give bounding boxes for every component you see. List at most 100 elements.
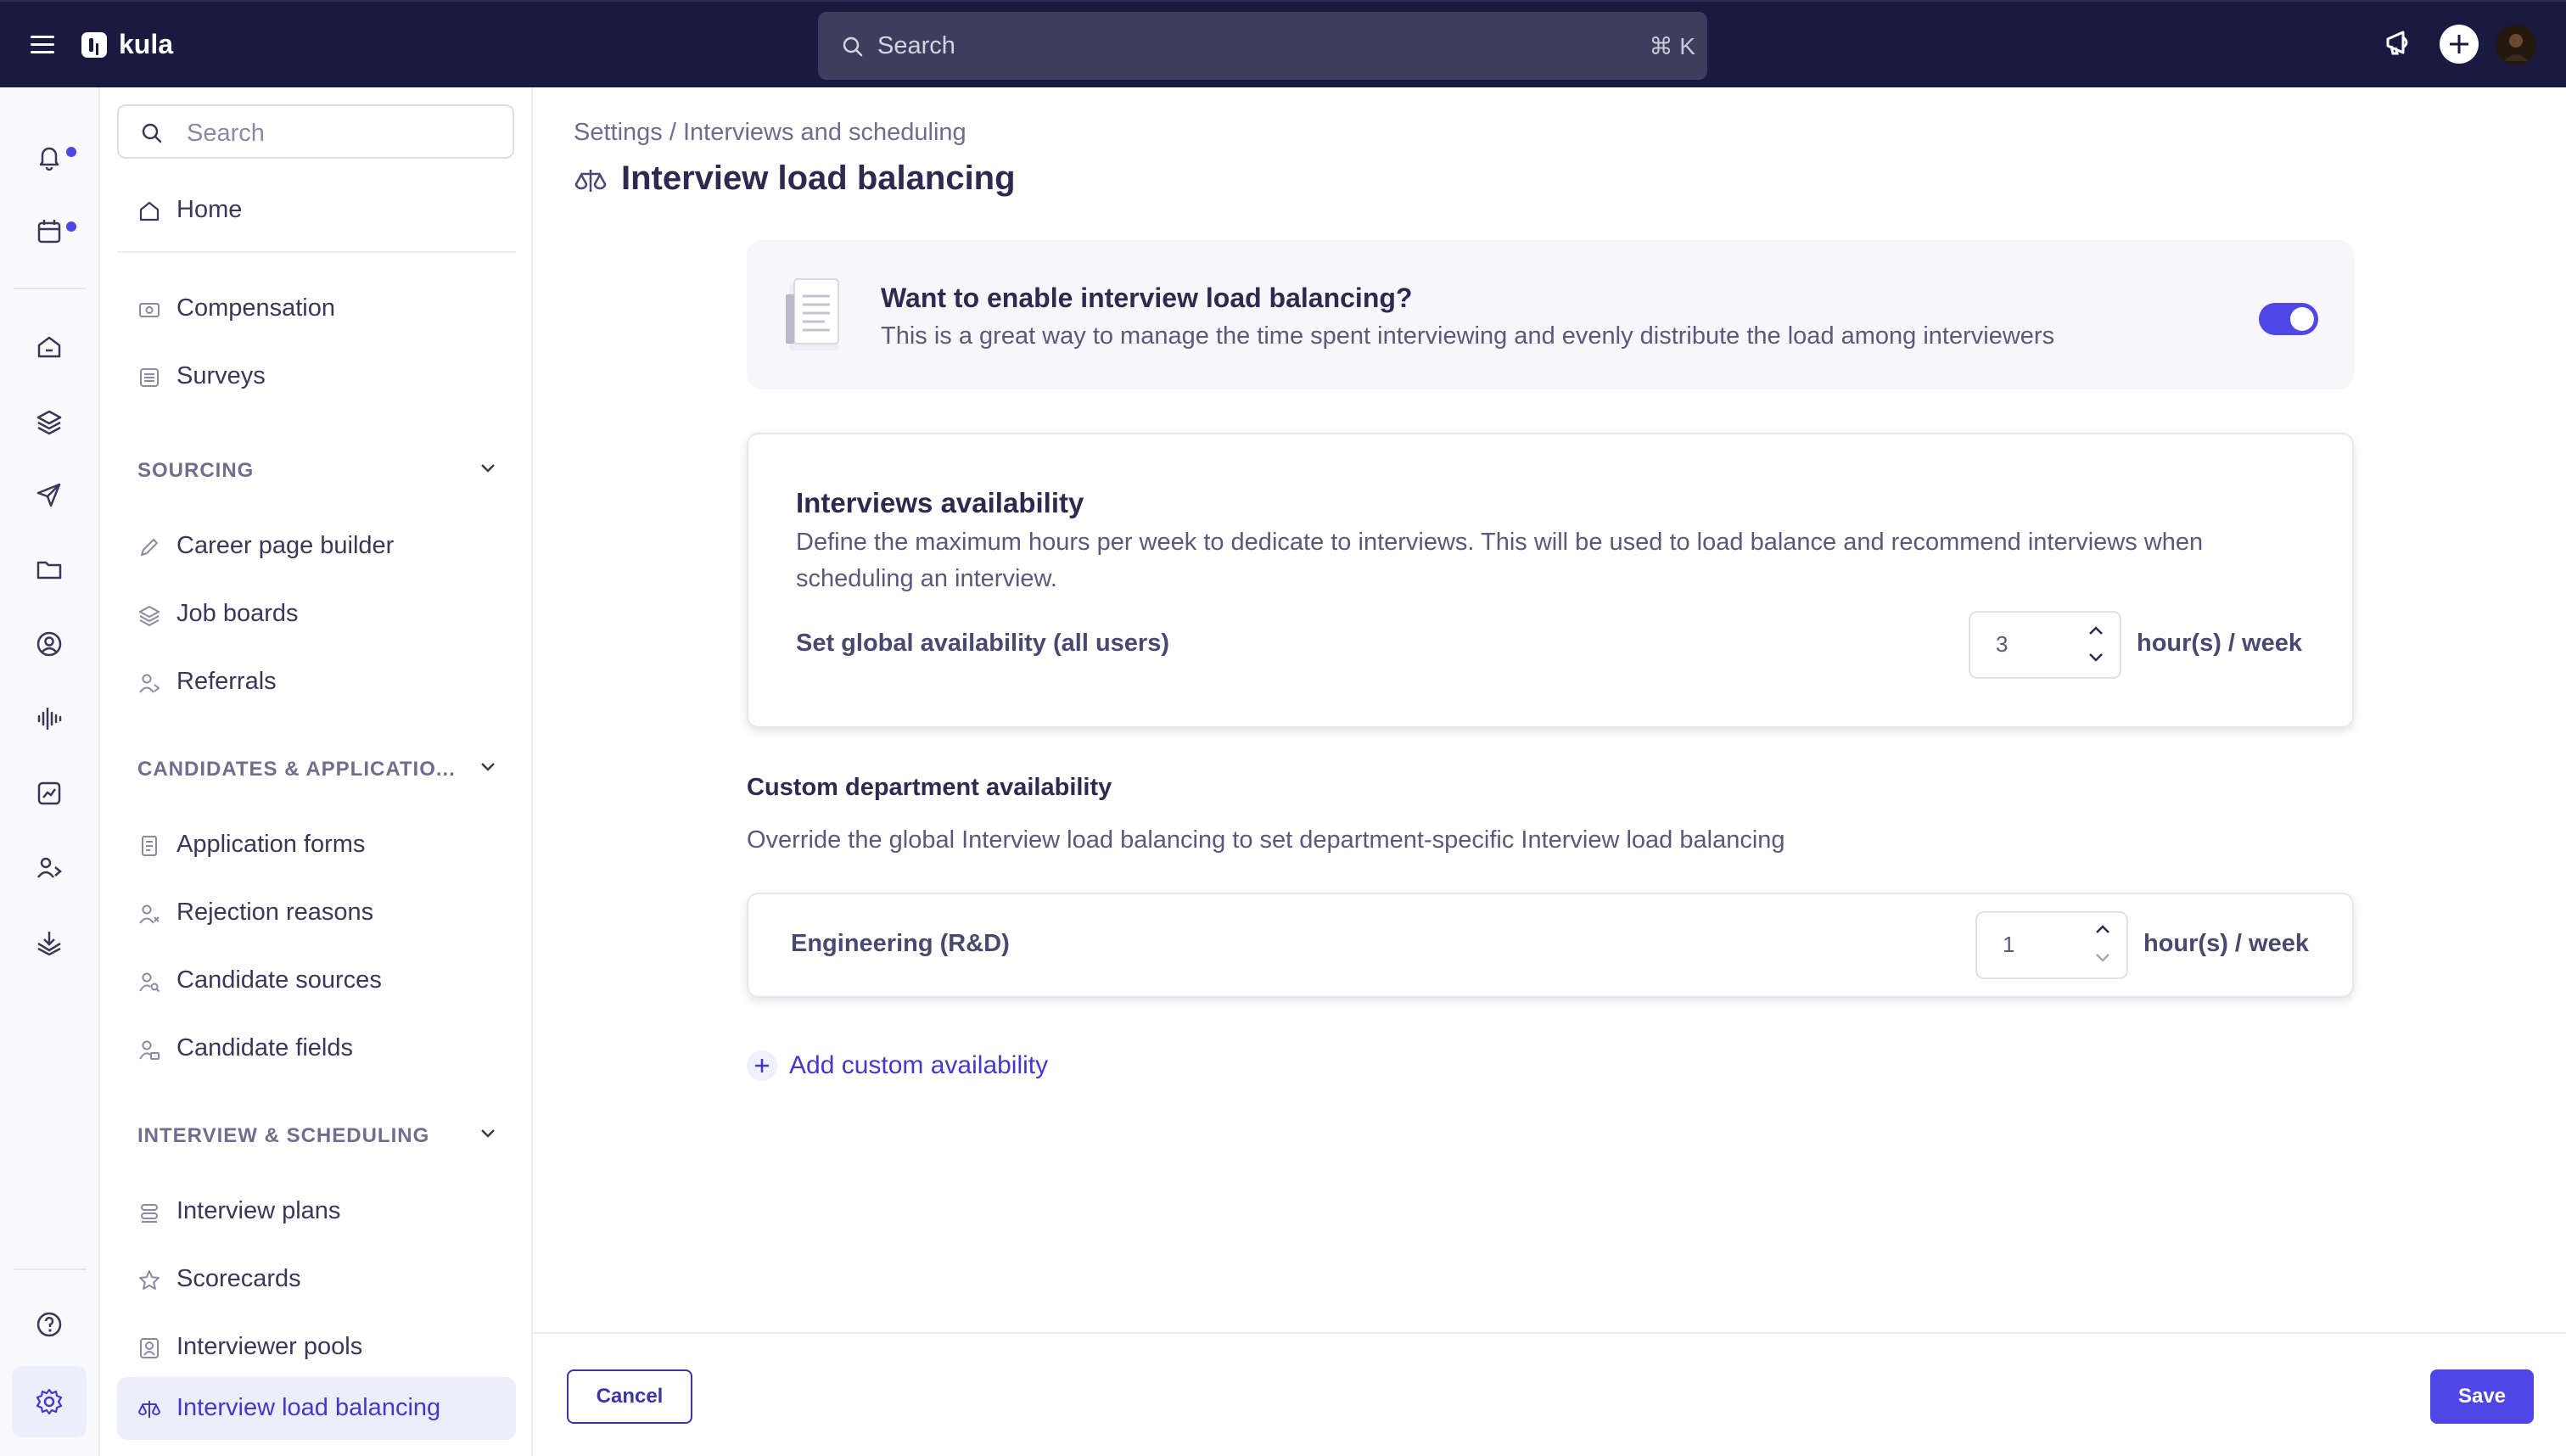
search-icon (142, 123, 162, 143)
enable-title: Want to enable interview load balancing? (881, 283, 1413, 313)
user-badge-icon (140, 1338, 159, 1358)
analytics-icon[interactable] (34, 778, 64, 809)
chevron-down-icon (481, 1129, 495, 1138)
home-icon[interactable] (34, 332, 64, 362)
section-title: SOURCING (137, 459, 255, 482)
sidebar-item-label: Interview plans (176, 1197, 341, 1224)
sidebar-item-label: Referrals (176, 668, 277, 695)
sidebar-item-label: Career page builder (176, 532, 395, 559)
sidebar-item-compensation[interactable]: Compensation (117, 277, 516, 340)
chevron-up-icon[interactable] (2087, 624, 2104, 636)
sidebar-item-label: Candidate fields (176, 1034, 353, 1061)
sidebar-item-interviewer-pools[interactable]: Interviewer pools (117, 1316, 516, 1379)
calendar-icon[interactable] (34, 216, 64, 247)
stack-icon (141, 1204, 158, 1223)
chevron-down-icon[interactable] (2087, 652, 2104, 664)
breadcrumb[interactable]: Settings / Interviews and scheduling (574, 119, 966, 147)
global-hours-value: 3 (1996, 631, 2009, 657)
help-icon[interactable] (34, 1309, 64, 1340)
global-search-input[interactable]: Search ⌘ K (818, 12, 1707, 80)
notification-dot (66, 147, 76, 157)
sidebar-item-label: Rejection reasons (176, 899, 374, 926)
page-title: Interview load balancing (621, 160, 1016, 197)
money-icon (139, 303, 160, 317)
sidebar-item-label: Surveys (176, 362, 266, 389)
chevron-down-icon[interactable] (2094, 952, 2111, 964)
user-search-icon (139, 972, 160, 993)
sidebar-item-interview-load-balancing[interactable]: Interview load balancing (117, 1377, 516, 1440)
sidebar-divider (117, 251, 516, 253)
section-title: CANDIDATES & APPLICATIO... (137, 758, 456, 781)
hours-unit-label: hour(s) / week (2143, 930, 2309, 957)
enable-load-balancing-card: Want to enable interview load balancing?… (747, 240, 2354, 389)
cancel-button[interactable]: Cancel (567, 1369, 692, 1424)
search-shortcut: ⌘ K (1649, 33, 1695, 59)
department-hours-value: 1 (2003, 932, 2015, 957)
sidebar-item-job-boards[interactable]: Job boards (117, 583, 516, 646)
avatar[interactable] (2495, 24, 2537, 66)
sidebar-item-interview-plans[interactable]: Interview plans (117, 1180, 516, 1243)
settings-search-input[interactable]: Search (117, 104, 514, 159)
availability-description: Define the maximum hours per week to ded… (796, 529, 2204, 592)
sidebar-item-label: Scorecards (176, 1265, 301, 1292)
layers-icon[interactable] (34, 406, 64, 437)
inbox-download-icon[interactable] (34, 927, 64, 958)
department-name: Engineering (R&D) (791, 930, 1010, 957)
sidebar-item-home[interactable]: Home (117, 179, 516, 242)
kula-logo-icon (81, 32, 107, 58)
sidebar-item-scorecards[interactable]: Scorecards (117, 1248, 516, 1311)
sidebar-item-candidate-sources[interactable]: Candidate sources (117, 949, 516, 1012)
search-icon (843, 36, 863, 57)
section-candidates-header[interactable]: CANDIDATES & APPLICATIO... (137, 758, 511, 781)
footer-bar: Cancel Save (533, 1332, 2566, 1456)
scale-icon (574, 170, 607, 192)
document-illustration-icon (786, 278, 839, 350)
user-circle-icon[interactable] (34, 629, 64, 659)
user-share-icon (139, 674, 160, 693)
section-title: INTERVIEW & SCHEDULING (137, 1124, 430, 1147)
search-placeholder: Search (187, 120, 265, 147)
gear-icon (36, 1388, 63, 1415)
home-icon (139, 201, 160, 221)
sidebar-item-label: Interview load balancing (176, 1394, 441, 1421)
custom-availability-description: Override the global Interview load balan… (747, 826, 1785, 854)
rail-divider (14, 1268, 87, 1270)
interviews-availability-card: Interviews availability Define the maxim… (747, 433, 2354, 728)
settings-nav-button[interactable] (12, 1366, 87, 1437)
chevron-down-icon (481, 763, 495, 771)
sidebar-item-career-page-builder[interactable]: Career page builder (117, 515, 516, 578)
section-sourcing-header[interactable]: SOURCING (137, 459, 511, 483)
sidebar-item-rejection-reasons[interactable]: Rejection reasons (117, 882, 516, 944)
list-icon (140, 368, 159, 387)
create-plus-icon[interactable] (2439, 24, 2479, 64)
bell-icon[interactable] (34, 142, 64, 172)
chevron-up-icon[interactable] (2094, 923, 2111, 935)
sidebar-item-surveys[interactable]: Surveys (117, 345, 516, 408)
sidebar-item-label: Home (176, 196, 243, 223)
menu-icon[interactable] (31, 36, 54, 54)
sidebar-item-referrals[interactable]: Referrals (117, 651, 516, 714)
chevron-down-icon (481, 464, 495, 473)
hours-unit-label: hour(s) / week (2137, 630, 2302, 657)
save-button[interactable]: Save (2430, 1369, 2534, 1424)
folder-icon[interactable] (34, 554, 64, 585)
department-hours-stepper[interactable]: 1 (1975, 911, 2128, 979)
add-custom-availability-label: Add custom availability (789, 1051, 1049, 1079)
star-icon (139, 1270, 160, 1290)
sidebar-item-candidate-fields[interactable]: Candidate fields (117, 1017, 516, 1080)
icon-rail (0, 87, 100, 1456)
rail-divider (14, 288, 87, 289)
notification-dot (66, 221, 76, 232)
sidebar-item-application-forms[interactable]: Application forms (117, 814, 516, 876)
global-hours-stepper[interactable]: 3 (1969, 611, 2121, 679)
users-icon[interactable] (34, 853, 64, 883)
document-icon (142, 836, 157, 856)
enable-toggle[interactable] (2259, 303, 2318, 335)
waveform-icon[interactable] (34, 703, 64, 734)
sidebar-item-label: Candidate sources (176, 966, 382, 994)
megaphone-icon[interactable] (2383, 25, 2417, 59)
send-icon[interactable] (34, 479, 64, 510)
search-placeholder: Search (877, 32, 955, 59)
sidebar-item-label: Job boards (176, 600, 299, 627)
section-interview-header[interactable]: INTERVIEW & SCHEDULING (137, 1124, 511, 1148)
